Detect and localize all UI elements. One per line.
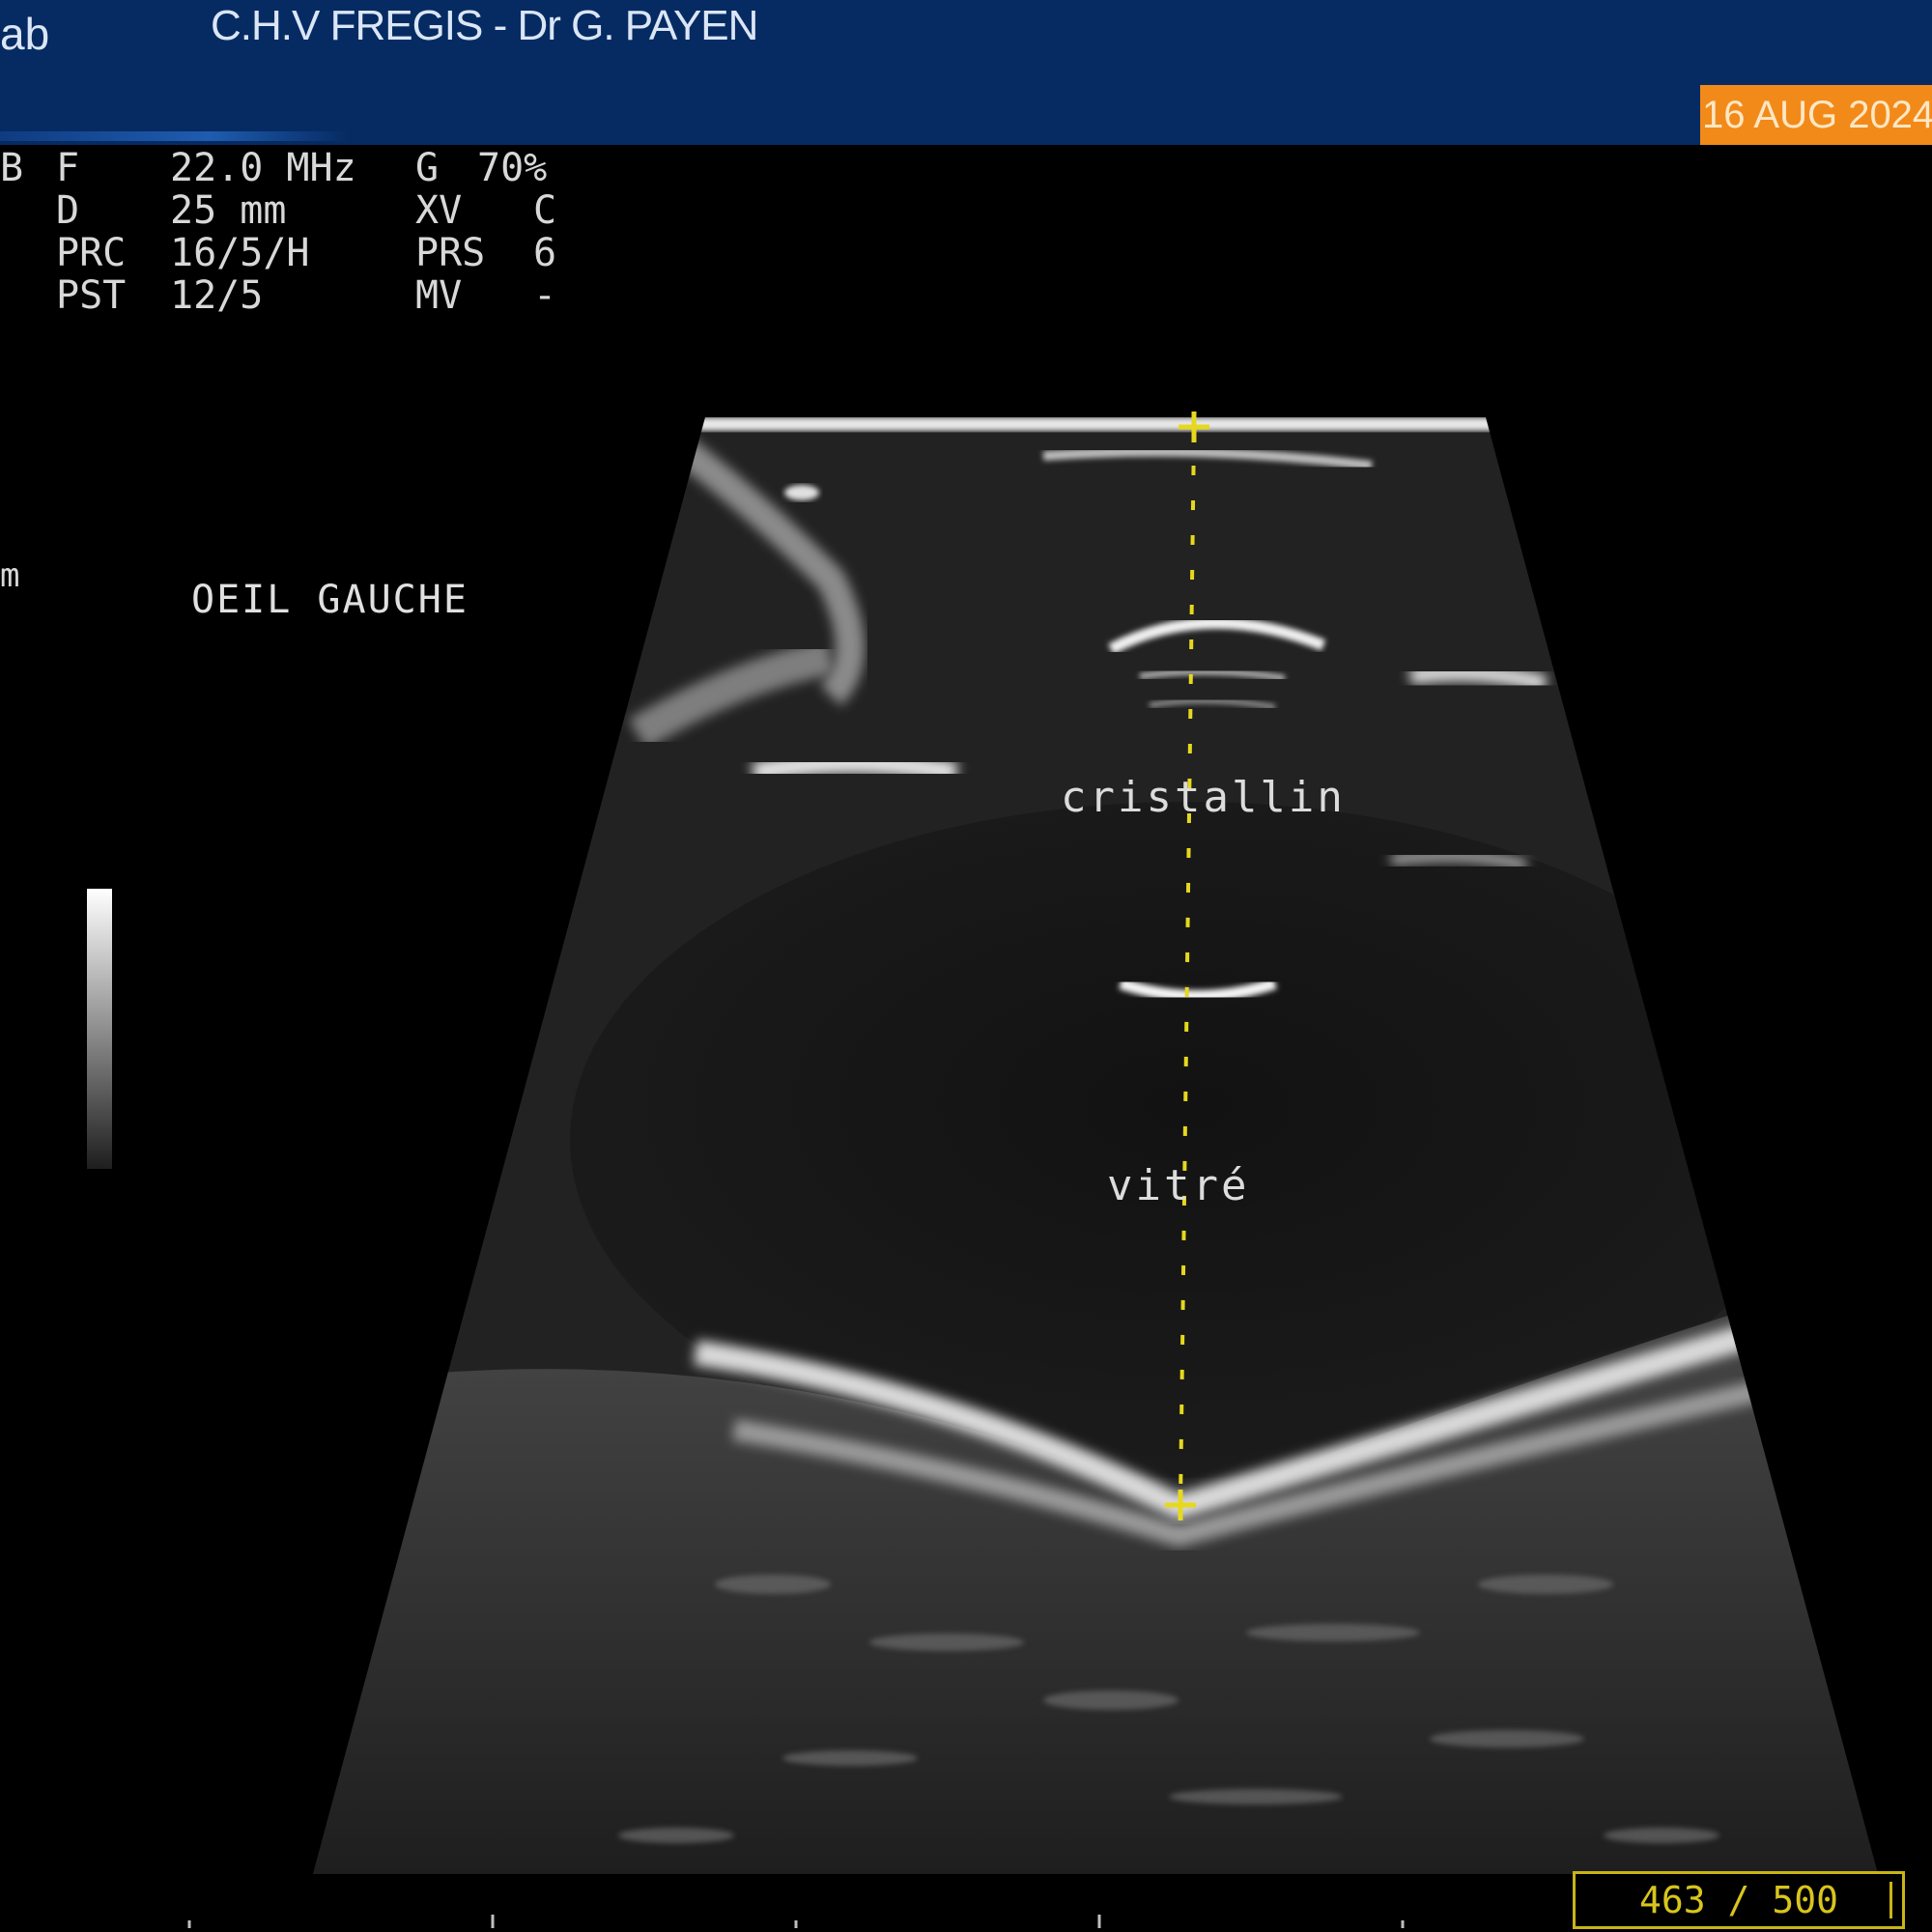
frame-counter: 463 / 500: [1573, 1871, 1905, 1929]
frame-counter-text: 463 / 500: [1639, 1879, 1838, 1921]
ultrasound-image: [187, 412, 1878, 1928]
annotation-lens: cristallin: [1061, 773, 1346, 822]
frame-counter-marker: [1889, 1882, 1892, 1918]
depth-ticks: [187, 1915, 1405, 1928]
annotation-vitreous: vitré: [1107, 1161, 1250, 1210]
